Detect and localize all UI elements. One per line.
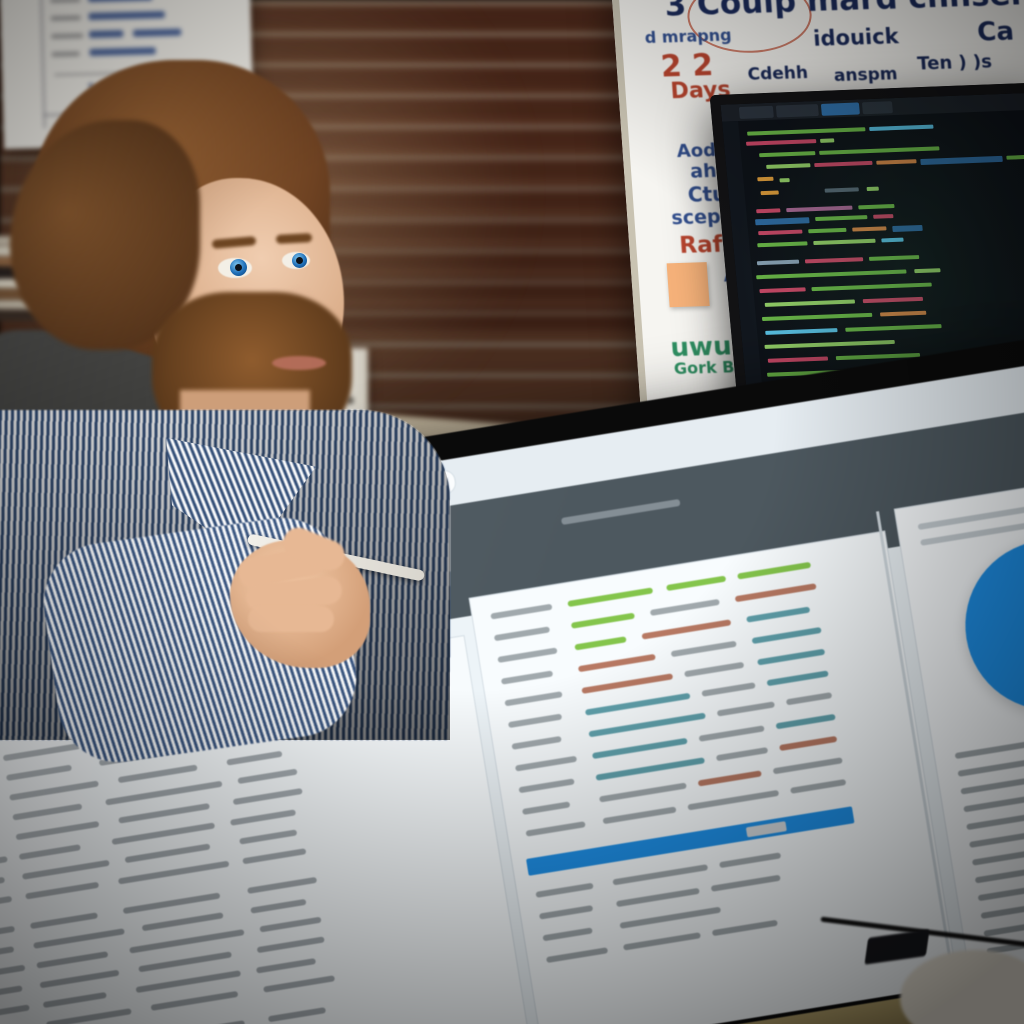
table-row-selected[interactable] — [526, 806, 855, 876]
sticky-note — [666, 262, 710, 308]
pie-chart — [952, 527, 1024, 723]
pupil — [235, 264, 242, 271]
whiteboard-note: Ca — [976, 16, 1015, 48]
finger — [248, 606, 334, 632]
eyebrow — [275, 233, 313, 244]
whiteboard-note: anspm — [833, 64, 899, 87]
pupil — [296, 257, 303, 264]
lips — [272, 356, 326, 370]
whiteboard-note: Cdehh — [746, 63, 809, 85]
seated-developer — [0, 60, 570, 770]
whiteboard-note: d mrapng — [644, 25, 733, 48]
whiteboard-note: idouick — [812, 24, 900, 51]
whiteboard-note: Ten ) )s — [916, 51, 993, 75]
photo-scene: 3 Couip mard cnnsen CRM Ca d mrapng idou… — [0, 0, 1024, 1024]
